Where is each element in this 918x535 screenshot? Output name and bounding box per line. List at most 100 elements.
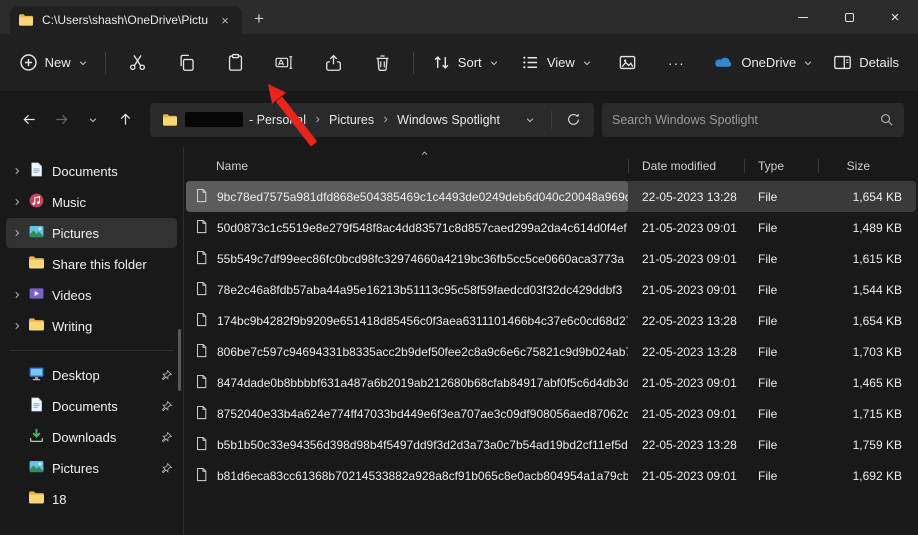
minimize-button[interactable] [780, 0, 826, 34]
cut-button[interactable] [119, 46, 155, 80]
address-bar[interactable]: - Personal Pictures Windows Spotlight [150, 103, 594, 137]
file-row[interactable]: b5b1b50c33e94356d398d98b4f5497dd9f3d2d3a… [186, 429, 916, 460]
onedrive-status-button[interactable]: OneDrive [707, 46, 818, 80]
new-tab-button[interactable]: + [242, 4, 276, 34]
file-rows: 9bc78ed7575a981dfd868e504385469c1c4493de… [186, 181, 916, 491]
recent-locations-chevron-icon [88, 115, 98, 125]
pin-icon [160, 431, 173, 444]
file-row[interactable]: 78e2c46a8fdb57aba44a95e16213b51113c95c58… [186, 274, 916, 305]
file-date-modified: 22-05-2023 13:28 [628, 190, 744, 204]
recent-locations-button[interactable] [78, 105, 108, 135]
sort-button[interactable]: Sort [427, 46, 503, 80]
sidebar-divider [10, 350, 173, 351]
file-icon [194, 188, 209, 206]
sidebar-item-writing[interactable]: Writing [6, 311, 177, 341]
back-button[interactable] [14, 105, 44, 135]
breadcrumb-segment-windows-spotlight[interactable]: Windows Spotlight [397, 113, 500, 127]
file-row[interactable]: 8752040e33b4a624e774ff47033bd449e6f3ea70… [186, 398, 916, 429]
sidebar-item-documents[interactable]: Documents [6, 156, 177, 186]
tab-close-button[interactable]: × [216, 11, 234, 29]
file-name-cell: b81d6eca83cc61368b70214533882a928a8cf91b… [186, 460, 628, 491]
refresh-button[interactable] [558, 105, 588, 135]
file-size: 1,703 KB [818, 345, 916, 359]
breadcrumb-segment-pictures[interactable]: Pictures [329, 113, 374, 127]
sidebar-item-music[interactable]: Music [6, 187, 177, 217]
expand-chevron-icon[interactable] [10, 321, 24, 331]
search-input[interactable] [612, 113, 879, 127]
copy-button[interactable] [168, 46, 204, 80]
breadcrumb-root[interactable]: - Personal [185, 112, 306, 127]
expand-chevron-icon[interactable] [10, 290, 24, 300]
column-header-type[interactable]: Type [744, 151, 818, 181]
set-as-background-icon [618, 53, 637, 72]
expand-chevron-icon[interactable] [10, 228, 24, 238]
file-name-cell: 806be7c597c94694331b8335acc2b9def50fee2c… [186, 336, 628, 367]
details-button[interactable]: Details [828, 46, 904, 80]
file-type: File [744, 438, 818, 452]
file-row[interactable]: 55b549c7df99eec86fc0bcd98fc32974660a4219… [186, 243, 916, 274]
file-size: 1,715 KB [818, 407, 916, 421]
file-row[interactable]: 9bc78ed7575a981dfd868e504385469c1c4493de… [186, 181, 916, 212]
sidebar-item-documents[interactable]: Documents [6, 391, 177, 421]
file-name: 78e2c46a8fdb57aba44a95e16213b51113c95c58… [217, 283, 622, 297]
column-header-name[interactable]: Name [186, 151, 628, 181]
sidebar-item-label: Desktop [52, 368, 100, 383]
search-box[interactable] [602, 103, 904, 137]
column-headers: Name Date modified Type Size [186, 151, 916, 181]
file-date-modified: 22-05-2023 13:28 [628, 438, 744, 452]
file-date-modified: 21-05-2023 09:01 [628, 252, 744, 266]
column-header-label: Name [216, 159, 248, 173]
file-name-cell: b5b1b50c33e94356d398d98b4f5497dd9f3d2d3a… [186, 429, 628, 460]
sidebar-item-desktop[interactable]: Desktop [6, 360, 177, 390]
sidebar-item-videos[interactable]: Videos [6, 280, 177, 310]
up-button[interactable] [110, 105, 140, 135]
rename-button[interactable] [266, 46, 302, 80]
close-button[interactable]: × [872, 0, 918, 34]
sidebar-item-share-this-folder[interactable]: Share this folder [6, 249, 177, 279]
navigation-pane: DocumentsMusicPicturesShare this folderV… [0, 147, 184, 535]
file-row[interactable]: b81d6eca83cc61368b70214533882a928a8cf91b… [186, 460, 916, 491]
address-dropdown-button[interactable] [515, 105, 545, 135]
sidebar-pinned-group: Desktop DocumentsDownloadsPictures18 [0, 360, 183, 514]
chevron-down-icon [803, 58, 813, 68]
file-row[interactable]: 806be7c597c94694331b8335acc2b9def50fee2c… [186, 336, 916, 367]
delete-button[interactable] [364, 46, 400, 80]
downloads-icon [28, 427, 45, 447]
file-size: 1,615 KB [818, 252, 916, 266]
file-date-modified: 21-05-2023 09:01 [628, 283, 744, 297]
sidebar-item-downloads[interactable]: Downloads [6, 422, 177, 452]
sidebar-item-pictures[interactable]: Pictures [6, 453, 177, 483]
file-row[interactable]: 8474dade0b8bbbbf631a487a6b2019ab212680b6… [186, 367, 916, 398]
explorer-tab[interactable]: C:\Users\shash\OneDrive\Pictu × [10, 6, 242, 34]
file-list-pane: Name Date modified Type Size 9bc78ed7575… [184, 147, 918, 535]
file-icon [194, 405, 209, 423]
breadcrumb-root-label: - Personal [249, 113, 306, 127]
sidebar-scrollbar[interactable] [178, 329, 181, 391]
new-button[interactable]: New [14, 46, 92, 80]
sidebar-item-pictures[interactable]: Pictures [6, 218, 177, 248]
column-header-date-modified[interactable]: Date modified [628, 151, 744, 181]
expand-chevron-icon[interactable] [10, 166, 24, 176]
sidebar-item-label: Pictures [52, 226, 99, 241]
column-header-size[interactable]: Size [818, 151, 916, 181]
file-size: 1,489 KB [818, 221, 916, 235]
redacted-account-name [185, 112, 243, 127]
maximize-button[interactable] [826, 0, 872, 34]
file-row[interactable]: 50d0873c1c5519e8e279f548f8ac4dd83571c8d8… [186, 212, 916, 243]
see-more-button[interactable]: ··· [658, 46, 694, 80]
forward-button[interactable] [46, 105, 76, 135]
share-button[interactable] [315, 46, 351, 80]
file-explorer-window: C:\Users\shash\OneDrive\Pictu × + × New … [0, 0, 918, 535]
file-row[interactable]: 174bc9b4282f9b9209e651418d85456c0f3aea63… [186, 305, 916, 336]
column-header-label: Type [758, 159, 784, 173]
view-button[interactable]: View [516, 46, 596, 80]
expand-chevron-icon[interactable] [10, 197, 24, 207]
file-type: File [744, 283, 818, 297]
paste-button[interactable] [217, 46, 253, 80]
set-as-background-button[interactable] [609, 46, 645, 80]
delete-trash-icon [373, 53, 392, 72]
sidebar-item-18[interactable]: 18 [6, 484, 177, 514]
file-size: 1,654 KB [818, 190, 916, 204]
file-type: File [744, 221, 818, 235]
up-icon [118, 112, 133, 127]
